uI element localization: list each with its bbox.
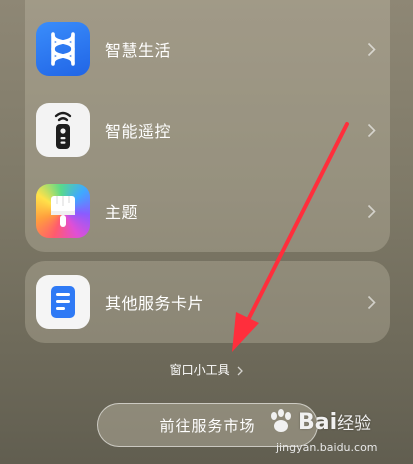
watermark-logo: Bai经验: [298, 410, 372, 435]
service-row-remote-control[interactable]: 智能遥控: [25, 91, 390, 169]
watermark-url: jingyan.baidu.com: [276, 441, 378, 454]
services-card: 智慧生活 智能遥控 主题: [25, 0, 390, 252]
window-widgets-label: 窗口小工具: [169, 363, 230, 377]
chevron-right-icon: [367, 123, 376, 137]
remote-control-icon: [36, 103, 90, 157]
chevron-right-icon: [237, 366, 244, 375]
service-row-smart-life[interactable]: 智慧生活: [25, 10, 390, 88]
service-label: 智能遥控: [105, 122, 172, 141]
baidu-jingyan-watermark: Bai经验 jingyan.baidu.com: [262, 405, 407, 460]
service-row-other-cards[interactable]: 其他服务卡片: [25, 263, 390, 341]
paw-icon: [271, 409, 291, 432]
service-row-theme[interactable]: 主题: [25, 172, 390, 250]
chevron-right-icon: [367, 295, 376, 309]
chevron-right-icon: [367, 42, 376, 56]
chevron-right-icon: [367, 204, 376, 218]
other-services-card[interactable]: 其他服务卡片: [25, 261, 390, 343]
smart-life-icon: [36, 22, 90, 76]
service-label: 智慧生活: [105, 41, 172, 60]
service-card-icon: [36, 275, 90, 329]
service-label: 主题: [105, 203, 139, 222]
service-label: 其他服务卡片: [105, 294, 205, 313]
window-widgets-link[interactable]: 窗口小工具: [0, 361, 413, 378]
theme-brush-icon: [36, 184, 90, 238]
